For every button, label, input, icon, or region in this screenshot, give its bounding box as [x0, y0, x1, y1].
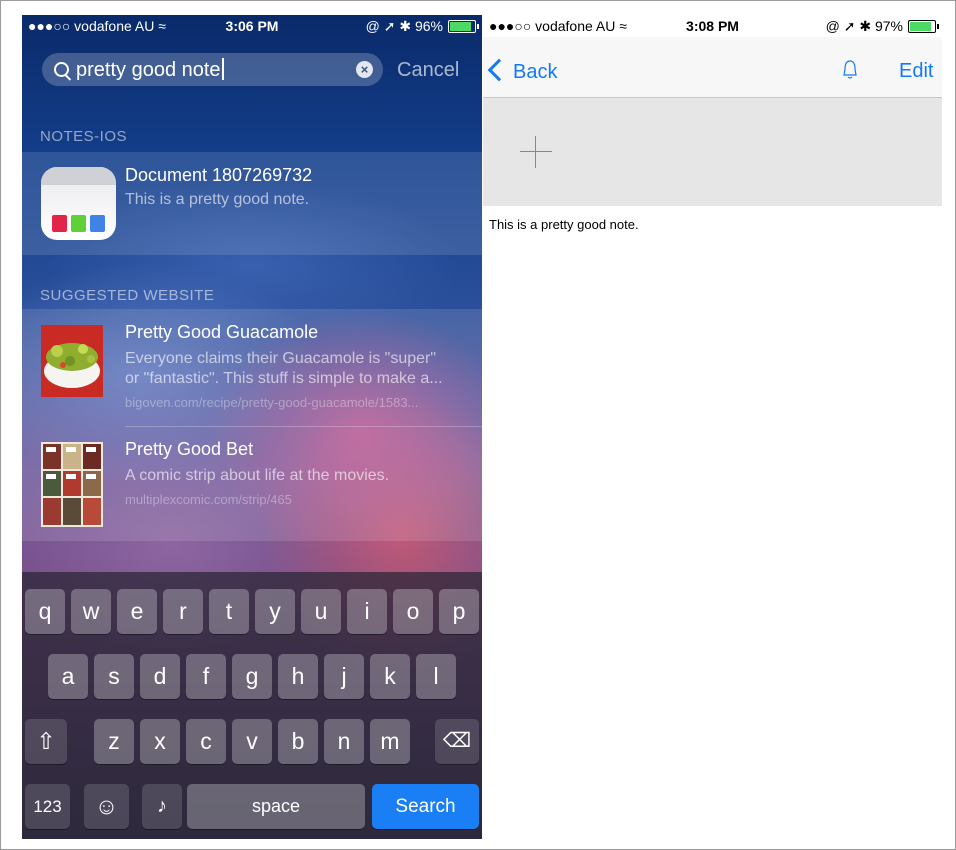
comic-image — [41, 442, 103, 527]
guacamole-image — [41, 325, 103, 397]
space-key[interactable]: space — [187, 784, 365, 829]
search-input[interactable]: pretty good note — [76, 58, 224, 82]
key-n[interactable]: n — [324, 719, 364, 764]
battery-fill — [450, 22, 471, 31]
key-b[interactable]: b — [278, 719, 318, 764]
cancel-button[interactable]: Cancel — [397, 59, 459, 82]
notes-result-subtitle: This is a pretty good note. — [125, 191, 310, 208]
key-z[interactable]: z — [94, 719, 134, 764]
status-icons-text-right: @ ➚ ✱ 97% — [825, 18, 903, 34]
status-icons-text: @ ➚ ✱ 96% — [365, 18, 443, 34]
key-q[interactable]: q — [25, 589, 65, 634]
battery-icon-right — [908, 20, 939, 33]
keyboard: qwertyuiop asdfghjkl ⇧ zxcvbnm ⌫ 123 ☺ ♪… — [22, 572, 482, 839]
web-result-title-1[interactable]: Pretty Good Guacamole — [125, 322, 318, 343]
web-result-line-1b: or "fantastic". This stuff is simple to … — [125, 370, 443, 387]
key-r[interactable]: r — [163, 589, 203, 634]
key-f[interactable]: f — [186, 654, 226, 699]
key-p[interactable]: p — [439, 589, 479, 634]
red-square — [52, 215, 67, 232]
key-h[interactable]: h — [278, 654, 318, 699]
key-t[interactable]: t — [209, 589, 249, 634]
key-s[interactable]: s — [94, 654, 134, 699]
edit-button[interactable]: Edit — [899, 60, 933, 83]
note-body[interactable]: This is a pretty good note. — [489, 217, 639, 232]
spotlight-screen: ●●●○○ vodafone AU ≈ 3:06 PM @ ➚ ✱ 96% pr… — [22, 15, 482, 839]
web-result-url-1: bigoven.com/recipe/pretty-good-guacamole… — [125, 395, 419, 410]
key-j[interactable]: j — [324, 654, 364, 699]
search-key[interactable]: Search — [372, 784, 479, 829]
key-d[interactable]: d — [140, 654, 180, 699]
comic-thumbnail — [41, 442, 103, 527]
chevron-left-icon — [487, 58, 511, 82]
notes-app-icon — [41, 167, 116, 240]
key-o[interactable]: o — [393, 589, 433, 634]
key-a[interactable]: a — [48, 654, 88, 699]
delete-key[interactable]: ⌫ — [435, 719, 479, 764]
web-result-line-1a: Everyone claims their Guacamole is "supe… — [125, 350, 437, 367]
battery-fill-right — [910, 22, 931, 31]
key-e[interactable]: e — [117, 589, 157, 634]
key-c[interactable]: c — [186, 719, 226, 764]
notes-icon-bar — [41, 167, 116, 185]
numbers-key[interactable]: 123 — [25, 784, 70, 829]
blue-square — [90, 215, 105, 232]
result-divider — [125, 426, 482, 427]
search-field[interactable]: pretty good note × — [42, 53, 383, 86]
guacamole-thumbnail — [41, 325, 103, 397]
key-g[interactable]: g — [232, 654, 272, 699]
search-icon — [54, 62, 69, 77]
key-v[interactable]: v — [232, 719, 272, 764]
plus-icon[interactable] — [520, 136, 552, 168]
back-button[interactable]: Back — [487, 58, 558, 84]
key-l[interactable]: l — [416, 654, 456, 699]
key-w[interactable]: w — [71, 589, 111, 634]
key-u[interactable]: u — [301, 589, 341, 634]
bell-icon[interactable] — [841, 59, 859, 81]
add-attachment-area[interactable] — [483, 98, 942, 206]
key-y[interactable]: y — [255, 589, 295, 634]
search-query: pretty good note — [76, 59, 221, 81]
battery-icon — [448, 20, 479, 33]
web-result-title-2[interactable]: Pretty Good Bet — [125, 439, 253, 460]
shift-key[interactable]: ⇧ — [25, 719, 67, 764]
key-i[interactable]: i — [347, 589, 387, 634]
section-header-web: SUGGESTED WEBSITE — [40, 287, 215, 304]
clear-icon[interactable]: × — [356, 61, 373, 78]
web-result-url-2: multiplexcomic.com/strip/465 — [125, 492, 292, 507]
key-x[interactable]: x — [140, 719, 180, 764]
key-m[interactable]: m — [370, 719, 410, 764]
text-caret — [221, 58, 224, 80]
back-label: Back — [513, 61, 558, 83]
status-icons: @ ➚ ✱ 96% — [365, 18, 479, 35]
navigation-bar: Back Edit — [483, 37, 942, 98]
section-header-notes: NOTES-IOS — [40, 128, 128, 145]
microphone-key[interactable]: ♪ — [142, 784, 182, 829]
green-square — [71, 215, 86, 232]
note-detail-screen: ●●●○○ vodafone AU ≈ 3:08 PM @ ➚ ✱ 97% Ba… — [483, 15, 942, 839]
key-k[interactable]: k — [370, 654, 410, 699]
status-icons-right: @ ➚ ✱ 97% — [825, 18, 939, 35]
web-result-line-2a: A comic strip about life at the movies. — [125, 467, 390, 484]
status-bar-right: ●●●○○ vodafone AU ≈ 3:08 PM @ ➚ ✱ 97% — [483, 15, 942, 37]
status-bar: ●●●○○ vodafone AU ≈ 3:06 PM @ ➚ ✱ 96% — [22, 15, 482, 37]
emoji-key[interactable]: ☺ — [84, 784, 129, 829]
notes-result-title: Document 1807269732 — [125, 165, 313, 185]
